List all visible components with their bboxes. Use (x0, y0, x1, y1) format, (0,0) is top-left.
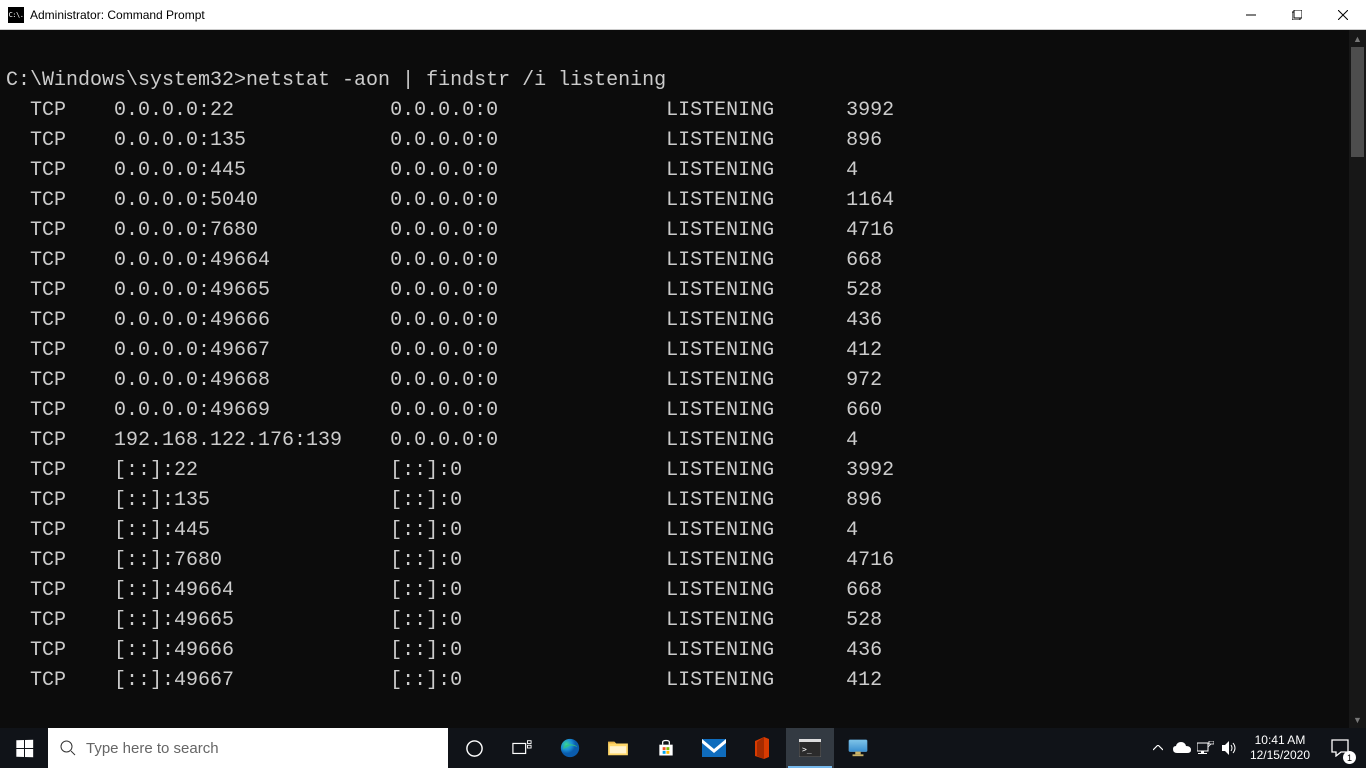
scroll-down-button[interactable]: ▼ (1349, 711, 1366, 728)
window-controls (1228, 0, 1366, 29)
speaker-icon (1222, 741, 1238, 755)
taskbar-app[interactable] (834, 728, 882, 768)
taskbar-search[interactable]: Type here to search (48, 728, 448, 768)
svg-text:>_: >_ (802, 745, 812, 754)
terminal-area[interactable]: C:\Windows\system32>netstat -aon | finds… (0, 30, 1366, 728)
search-icon (60, 740, 76, 756)
folder-icon (607, 739, 629, 757)
close-button[interactable] (1320, 0, 1366, 30)
office-icon (753, 737, 771, 759)
scroll-up-button[interactable]: ▲ (1349, 30, 1366, 47)
windows-logo-icon (16, 739, 33, 757)
taskbar-clock[interactable]: 10:41 AM 12/15/2020 (1242, 728, 1318, 768)
taskbar-explorer[interactable] (594, 728, 642, 768)
taskbar-cmd[interactable]: >_ (786, 728, 834, 768)
taskbar: Type here to search >_ (0, 728, 1366, 768)
clock-time: 10:41 AM (1250, 733, 1310, 748)
network-icon (1197, 741, 1214, 755)
start-button[interactable] (0, 728, 48, 768)
mail-icon (702, 739, 726, 757)
tray-volume[interactable] (1218, 728, 1242, 768)
taskbar-edge[interactable] (546, 728, 594, 768)
scrollbar[interactable]: ▲ ▼ (1349, 30, 1366, 728)
window-title: Administrator: Command Prompt (30, 8, 1228, 22)
taskbar-cortana[interactable] (450, 728, 498, 768)
search-placeholder: Type here to search (86, 740, 219, 757)
cortana-icon (465, 739, 484, 758)
monitor-icon (847, 738, 869, 758)
minimize-button[interactable] (1228, 0, 1274, 30)
tray-onedrive[interactable] (1170, 728, 1194, 768)
taskbar-apps: >_ (450, 728, 882, 768)
taskview-icon (512, 740, 532, 756)
clock-date: 12/15/2020 (1250, 748, 1310, 763)
taskbar-office[interactable] (738, 728, 786, 768)
system-tray: 10:41 AM 12/15/2020 1 (1146, 728, 1366, 768)
cmd-icon: >_ (799, 739, 821, 757)
taskbar-mail[interactable] (690, 728, 738, 768)
edge-icon (559, 737, 581, 759)
cmd-app-icon: C:\. (8, 7, 24, 23)
tray-expand-button[interactable] (1146, 728, 1170, 768)
tray-network[interactable] (1194, 728, 1218, 768)
notification-badge: 1 (1343, 751, 1356, 764)
chevron-up-icon (1153, 745, 1163, 751)
store-icon (656, 738, 676, 758)
terminal-output[interactable]: C:\Windows\system32>netstat -aon | finds… (0, 30, 1366, 728)
taskbar-store[interactable] (642, 728, 690, 768)
scroll-thumb[interactable] (1351, 47, 1364, 157)
window-titlebar: C:\. Administrator: Command Prompt (0, 0, 1366, 30)
taskbar-taskview[interactable] (498, 728, 546, 768)
cloud-icon (1173, 742, 1191, 754)
maximize-button[interactable] (1274, 0, 1320, 30)
action-center-button[interactable]: 1 (1318, 728, 1362, 768)
